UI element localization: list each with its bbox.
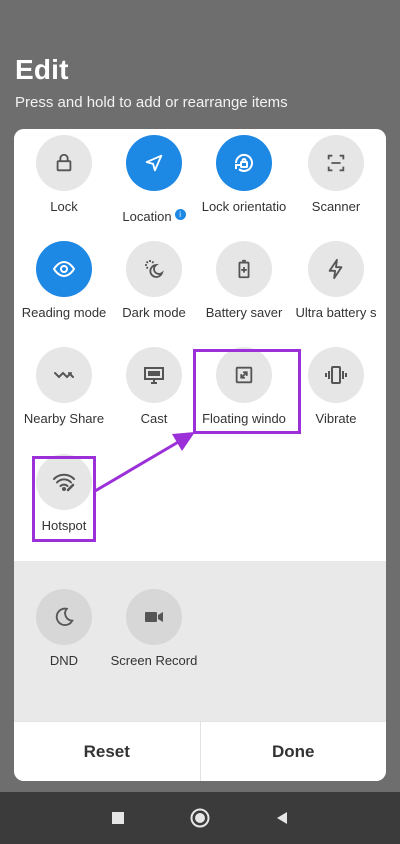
home-circle-icon (190, 808, 210, 828)
back-triangle-icon (277, 812, 287, 824)
arrow-annotation (94, 432, 195, 493)
home-button[interactable] (159, 807, 241, 829)
recents-square-icon (112, 812, 124, 824)
recents-button[interactable] (77, 810, 159, 826)
system-navbar (0, 792, 400, 844)
back-button[interactable] (241, 810, 323, 826)
